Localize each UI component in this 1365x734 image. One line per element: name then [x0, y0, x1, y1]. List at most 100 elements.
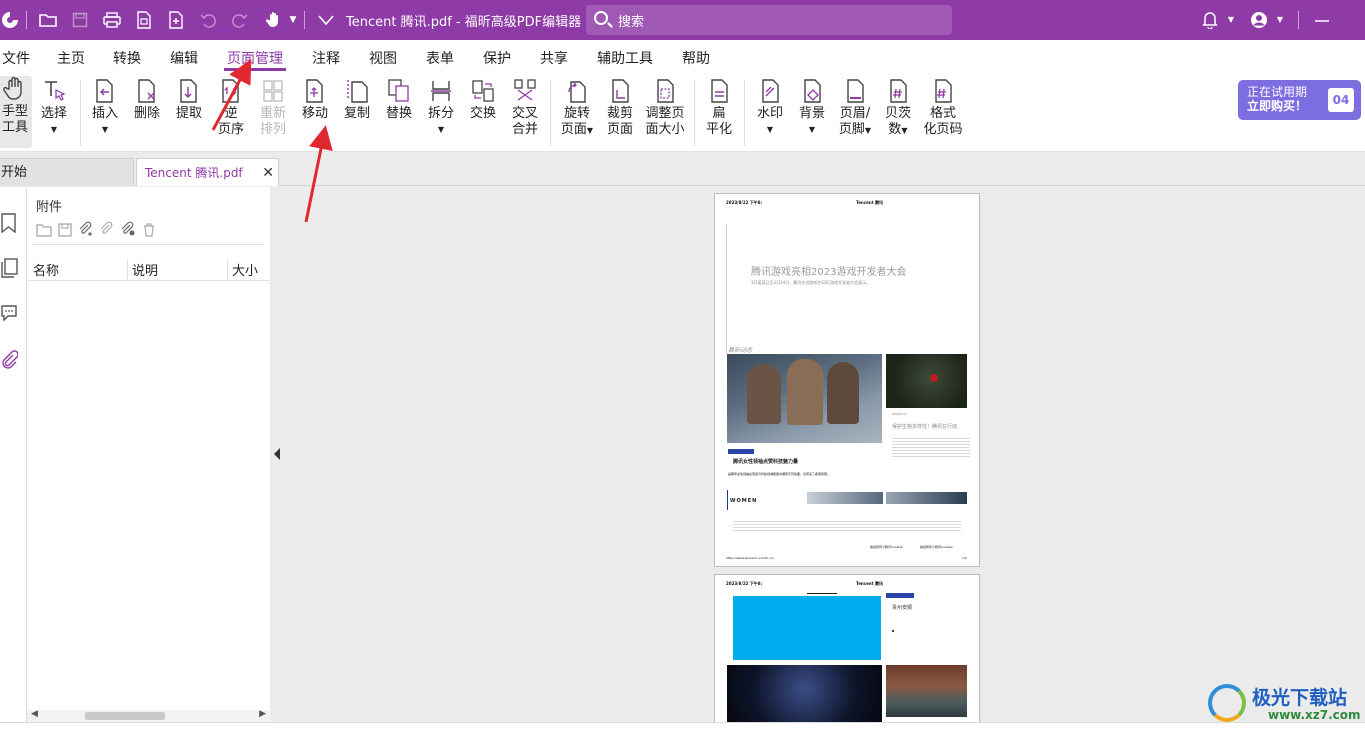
- header-footer-icon: [847, 79, 864, 103]
- split-icon: [431, 81, 451, 101]
- pdf-page-1: 2023/8/22 下午8: Tencent 腾讯 腾讯游戏亮相2023游戏开发…: [714, 193, 980, 567]
- column-description-header[interactable]: 说明: [132, 260, 158, 279]
- reorder-pages-icon: [263, 80, 283, 102]
- account-icon[interactable]: [1249, 10, 1269, 30]
- tab-tencent-pdf[interactable]: Tencent 腾讯.pdf ✕: [136, 158, 279, 186]
- blue-image-block: [733, 596, 881, 660]
- column-size-header[interactable]: 大小: [232, 260, 258, 279]
- menu-home[interactable]: 主页: [57, 48, 85, 68]
- move-page-button[interactable]: 移动: [300, 78, 330, 122]
- panel-horizontal-scrollbar[interactable]: ◀ ▶: [27, 709, 270, 722]
- undo-icon[interactable]: [198, 10, 218, 30]
- menu-help[interactable]: 帮助: [682, 48, 710, 68]
- select-tool-button[interactable]: 选择 ▼: [38, 78, 70, 138]
- split-document-button[interactable]: 拆分 ▼: [426, 78, 456, 138]
- resize-page-button[interactable]: 调整页 面大小: [644, 78, 686, 138]
- redo-icon[interactable]: [230, 10, 250, 30]
- swap-pages-button[interactable]: 交换: [468, 78, 498, 122]
- page-heading: 腾讯游戏亮相2023游戏开发者大会: [751, 267, 907, 278]
- document-view[interactable]: 2023/8/22 下午8: Tencent 腾讯 腾讯游戏亮相2023游戏开发…: [285, 187, 1365, 722]
- women-text-lines: [733, 519, 961, 533]
- bates-number-button[interactable]: 贝茨 数▼: [882, 78, 914, 139]
- watermark-button[interactable]: 水印 ▼: [754, 78, 786, 138]
- rotate-page-button[interactable]: 旋转 页面▼: [558, 78, 596, 139]
- search-icon: [594, 11, 608, 25]
- menu-form[interactable]: 表单: [426, 48, 454, 68]
- menu-share[interactable]: 共享: [540, 48, 568, 68]
- delete-attachment-icon[interactable]: [141, 223, 157, 239]
- cross-merge-icon: [514, 79, 536, 101]
- scroll-left-icon[interactable]: ◀: [31, 709, 38, 719]
- page-thumbnails-icon[interactable]: [0, 258, 18, 278]
- add-attachment-icon[interactable]: [78, 221, 94, 237]
- menu-bar: 文件 主页 转换 编辑 页面管理 注释 视图 表单 保护 共享 辅助工具 帮助: [0, 40, 1365, 74]
- menu-convert[interactable]: 转换: [113, 48, 141, 68]
- hand-tool-quick-icon[interactable]: [264, 10, 284, 30]
- ribbon-toolbar: 手型 工具 选择 ▼ 插入 ▼ 删除 提取 逆 页序 重新 排列 移动 复制 替…: [0, 74, 1365, 152]
- replace-page-button[interactable]: 替换: [384, 78, 414, 122]
- attachment-settings-icon[interactable]: [120, 221, 136, 237]
- format-page-number-button[interactable]: 格式 化页码: [922, 78, 964, 138]
- reorder-pages-button[interactable]: 重新 排列: [257, 78, 289, 138]
- menu-view[interactable]: 视图: [369, 48, 397, 68]
- notification-bell-icon[interactable]: [1200, 10, 1220, 30]
- menu-edit[interactable]: 编辑: [170, 48, 198, 68]
- extract-page-button[interactable]: 提取: [174, 78, 204, 122]
- ribbon-divider: [550, 80, 551, 146]
- titlebar-divider: [304, 11, 305, 29]
- add-file-attachment-icon[interactable]: [99, 221, 115, 237]
- hand-tool-button[interactable]: 手型 工具: [0, 76, 32, 148]
- menu-accessibility[interactable]: 辅助工具: [597, 48, 653, 68]
- column-name-header[interactable]: 名称: [33, 260, 59, 279]
- collapse-panel-icon[interactable]: [274, 448, 280, 460]
- rotate-page-icon: [568, 81, 586, 103]
- photo-stage: [727, 665, 882, 722]
- ribbon-divider: [744, 80, 745, 146]
- scrollbar-thumb[interactable]: [85, 712, 165, 720]
- close-tab-icon[interactable]: ✕: [262, 159, 274, 187]
- watermark-icon: [762, 79, 779, 103]
- menu-protect[interactable]: 保护: [483, 48, 511, 68]
- open-folder-icon[interactable]: [38, 10, 58, 30]
- attachment-icon[interactable]: [0, 349, 19, 369]
- delete-page-button[interactable]: 删除: [132, 78, 162, 122]
- search-input[interactable]: 搜索: [618, 11, 644, 30]
- photo-lion-statue: [886, 665, 967, 717]
- new-document-icon[interactable]: [166, 10, 186, 30]
- save-attachment-icon[interactable]: [57, 223, 73, 239]
- menu-comment[interactable]: 注释: [312, 48, 340, 68]
- ribbon-divider: [694, 80, 695, 146]
- panel-title: 附件: [36, 200, 63, 215]
- menu-page-management[interactable]: 页面管理: [227, 48, 283, 68]
- chevron-down-icon[interactable]: ▼: [283, 10, 303, 30]
- reverse-pages-button[interactable]: 逆 页序: [216, 78, 246, 138]
- ribbon-divider: [80, 80, 81, 146]
- customize-toolbar-icon[interactable]: [316, 10, 336, 30]
- save-icon[interactable]: [70, 10, 90, 30]
- scroll-right-icon[interactable]: ▶: [259, 709, 266, 719]
- chevron-down-icon[interactable]: ▼: [1221, 10, 1241, 30]
- minimize-icon[interactable]: [1312, 10, 1332, 30]
- header-footer-button[interactable]: 页眉/ 页脚▼: [836, 78, 874, 139]
- comments-icon[interactable]: [0, 303, 18, 323]
- print-icon[interactable]: [102, 10, 122, 30]
- resize-page-icon: [657, 79, 674, 103]
- flatten-button[interactable]: 扁 平化: [702, 78, 736, 138]
- open-attachment-icon[interactable]: [36, 223, 52, 239]
- document-properties-icon[interactable]: [134, 10, 154, 30]
- chevron-down-icon: ▼: [766, 125, 774, 134]
- replace-page-icon: [388, 79, 409, 102]
- insert-page-button[interactable]: 插入 ▼: [90, 78, 120, 138]
- copy-page-button[interactable]: 复制: [342, 78, 372, 122]
- search-box[interactable]: 搜索: [586, 5, 952, 35]
- menu-file[interactable]: 文件: [2, 48, 30, 68]
- cross-merge-button[interactable]: 交叉 合并: [508, 78, 542, 138]
- chevron-down-icon: ▼: [808, 125, 816, 134]
- trial-purchase-banner[interactable]: 正在试用期 立即购买！ 04: [1238, 80, 1361, 120]
- crop-page-button[interactable]: 裁剪 页面: [604, 78, 636, 138]
- document-tab-bar: 开始 Tencent 腾讯.pdf ✕: [0, 152, 1365, 186]
- bookmark-icon[interactable]: [0, 213, 18, 234]
- chevron-down-icon[interactable]: ▼: [1270, 10, 1290, 30]
- tab-start[interactable]: 开始: [0, 158, 134, 186]
- background-button[interactable]: 背景 ▼: [796, 78, 828, 138]
